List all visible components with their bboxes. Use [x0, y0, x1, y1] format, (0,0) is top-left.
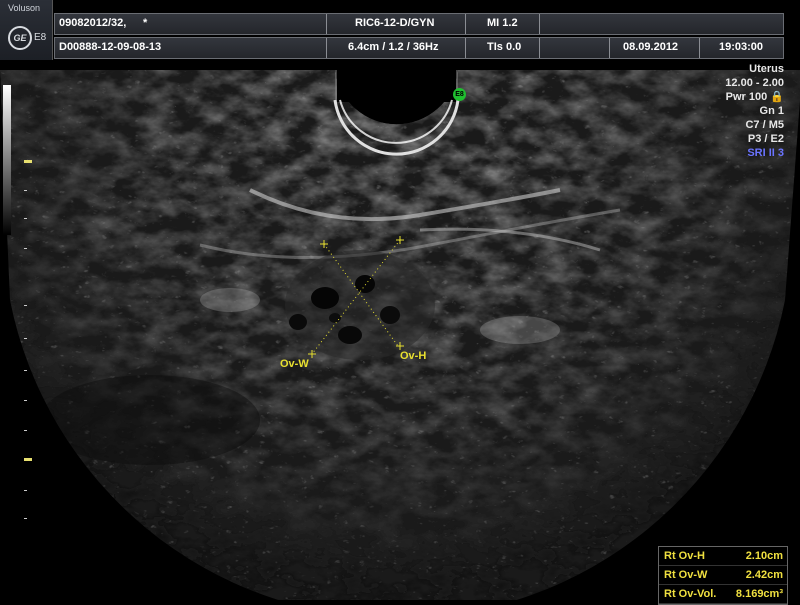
- patient-id: 09082012/32,: [59, 17, 127, 29]
- frequency-range: 12.00 - 2.00: [725, 77, 784, 89]
- measurement-value: 2.10cm: [745, 550, 783, 562]
- depth-tick: [24, 430, 27, 431]
- measurement-row: Rt Ov-H 2.10cm: [659, 547, 787, 566]
- depth-tick: [24, 490, 27, 491]
- probe-name: RIC6-12-D/GYN: [355, 17, 435, 29]
- measurement-value: 8.169cm³: [735, 588, 783, 600]
- mi-value: MI 1.2: [487, 17, 518, 29]
- divider: [699, 38, 700, 58]
- ultrasound-image: [0, 62, 800, 600]
- exam-date: 08.09.2012: [623, 41, 679, 53]
- model-name: E8: [34, 32, 47, 43]
- depth-tick: [24, 400, 27, 401]
- caliper-label-ov-h: Ov-H: [400, 350, 427, 362]
- depth-tick: [24, 518, 27, 519]
- depth-tick: [24, 458, 32, 461]
- exam-id: D00888-12-09-08-13: [59, 41, 162, 53]
- divider: [465, 14, 466, 34]
- caliper-label-ov-w: Ov-W: [280, 358, 309, 370]
- exam-time: 19:03:00: [719, 41, 764, 53]
- power-value: Pwr 100 🔒: [725, 91, 784, 103]
- depth-tick: [24, 370, 27, 371]
- depth-tick: [24, 190, 27, 191]
- sri-value: SRI II 3: [747, 147, 784, 159]
- measurement-results: Rt Ov-H 2.10cm Rt Ov-W 2.42cm Rt Ov-Vol.…: [658, 546, 788, 605]
- header-bar: Voluson GE E8 09082012/32, * RIC6-12-D/G…: [0, 0, 800, 62]
- depth-tick: [24, 248, 27, 249]
- divider: [465, 38, 466, 58]
- patient-mark: *: [143, 17, 148, 29]
- depth-tick: [24, 338, 27, 339]
- divider: [539, 38, 540, 58]
- measurement-name: Rt Ov-Vol.: [664, 588, 717, 600]
- tis-value: TIs 0.0: [487, 41, 522, 53]
- ge-logo-icon: GE: [8, 26, 32, 50]
- header-row-2: D00888-12-09-08-13 6.4cm / 1.2 / 36Hz TI…: [54, 37, 784, 59]
- imaging-params: Uterus 12.00 - 2.00 Pwr 100 🔒 Gn 1 C7 / …: [725, 62, 784, 160]
- greyscale-bar: [3, 85, 11, 235]
- brand-name: Voluson: [8, 3, 41, 13]
- gain-value: Gn 1: [759, 105, 784, 117]
- measurement-row: Rt Ov-W 2.42cm: [659, 566, 787, 585]
- measurement-name: Rt Ov-H: [664, 550, 705, 562]
- measurement-name: Rt Ov-W: [664, 569, 708, 581]
- divider: [326, 14, 327, 34]
- c-m-value: C7 / M5: [745, 119, 784, 131]
- depth-tick: [24, 218, 27, 219]
- preset-label: Uterus: [749, 63, 784, 75]
- brand-panel: Voluson GE E8: [0, 0, 53, 60]
- divider: [609, 38, 610, 58]
- probe-orientation-marker: E8: [453, 88, 466, 101]
- divider: [539, 14, 540, 34]
- depth-tick: [24, 160, 32, 163]
- depth-tick: [24, 305, 27, 306]
- p-e-value: P3 / E2: [747, 133, 784, 145]
- header-row-1: 09082012/32, * RIC6-12-D/GYN MI 1.2: [54, 13, 784, 35]
- depth-info: 6.4cm / 1.2 / 36Hz: [348, 41, 439, 53]
- divider: [326, 38, 327, 58]
- measurement-value: 2.42cm: [745, 569, 783, 581]
- measurement-row: Rt Ov-Vol. 8.169cm³: [659, 585, 787, 604]
